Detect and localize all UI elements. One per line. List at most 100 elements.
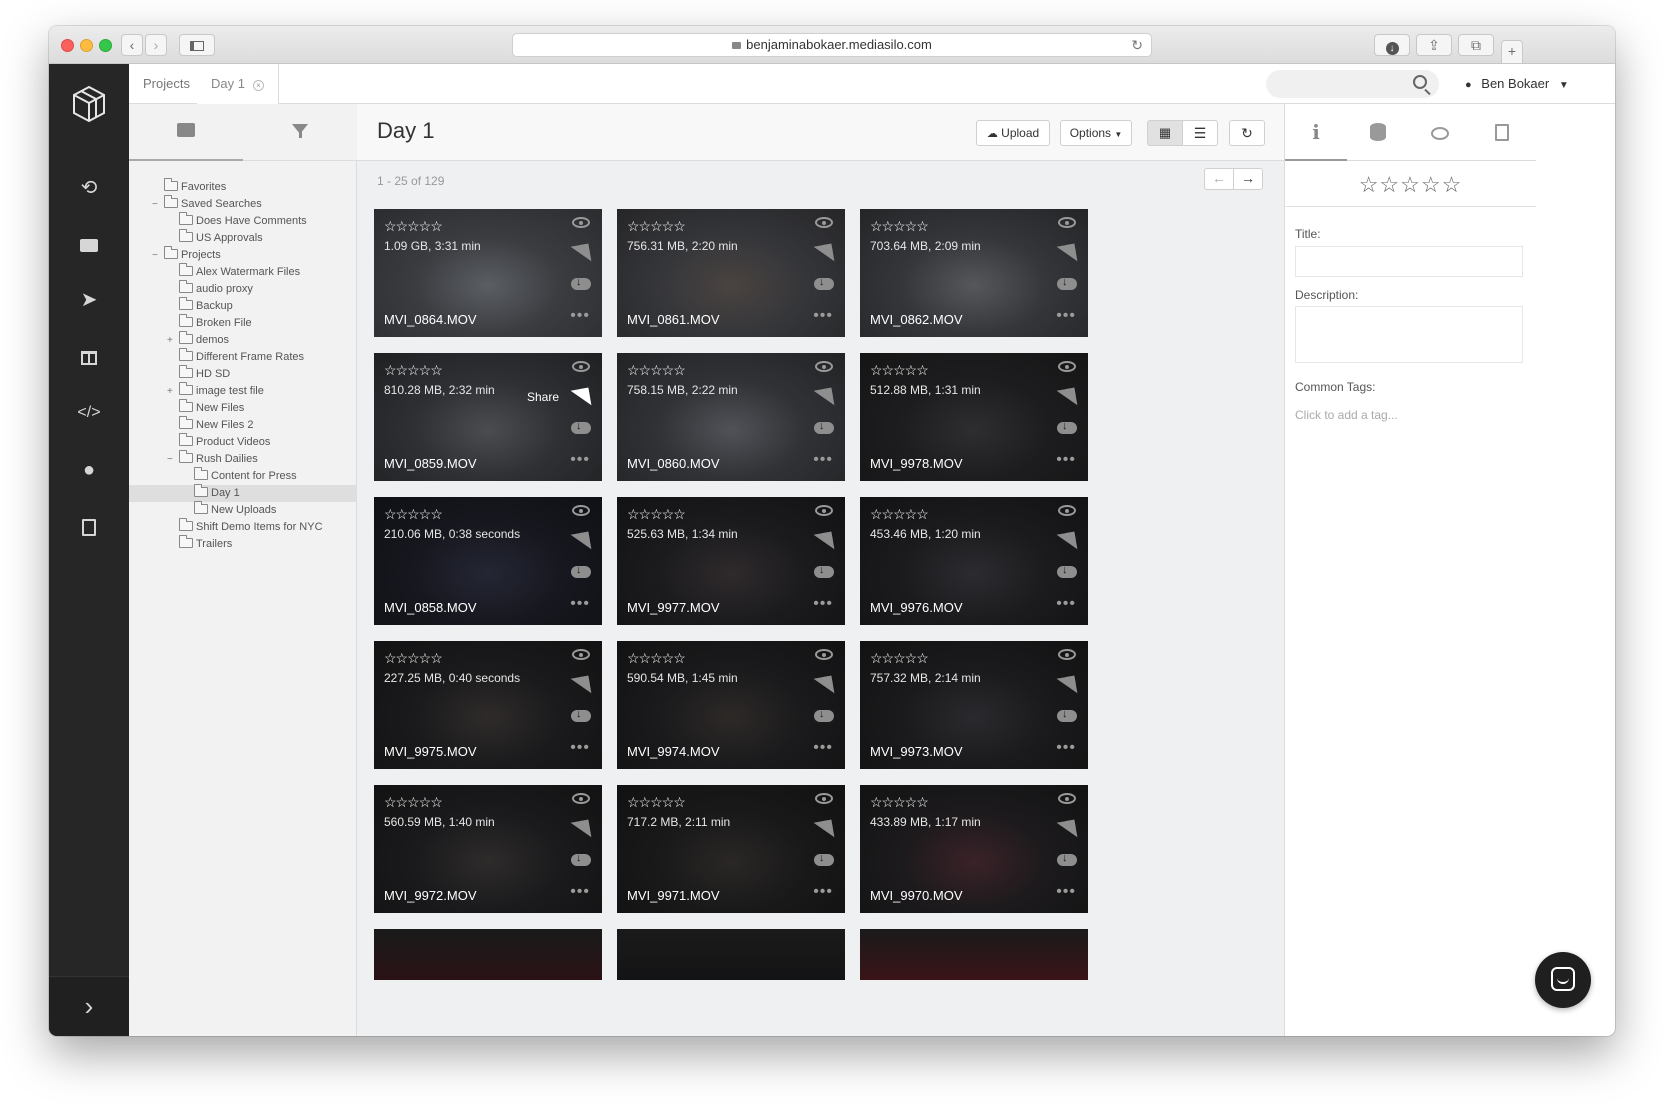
paper-plane-icon[interactable]	[570, 243, 592, 265]
eye-icon[interactable]	[815, 505, 833, 516]
app-logo[interactable]	[49, 84, 129, 144]
eye-icon[interactable]	[1058, 217, 1076, 228]
new-tab-button[interactable]: +	[1501, 40, 1523, 64]
rating-stars[interactable]: ☆☆☆☆☆	[627, 363, 686, 377]
eye-icon[interactable]	[572, 793, 590, 804]
cloud-download-icon[interactable]	[1057, 852, 1077, 866]
cloud-download-icon[interactable]	[814, 852, 834, 866]
rating-stars[interactable]: ☆☆☆☆☆	[384, 219, 443, 233]
asset-card[interactable]: ☆☆☆☆☆ 227.25 MB, 0:40 seconds MVI_9975.MOV…	[374, 641, 602, 769]
eye-icon[interactable]	[1058, 505, 1076, 516]
more-icon[interactable]: •••	[813, 884, 833, 900]
cloud-download-icon[interactable]	[1057, 564, 1077, 578]
list-view-button[interactable]: ☰	[1182, 120, 1218, 146]
expand-nav-button[interactable]: ›	[49, 976, 129, 1036]
cloud-download-icon[interactable]	[571, 852, 591, 866]
grid-view-button[interactable]: ▦	[1147, 120, 1183, 146]
asset-card[interactable]	[860, 929, 1088, 980]
more-icon[interactable]: •••	[1056, 308, 1076, 324]
more-icon[interactable]: •••	[570, 596, 590, 612]
more-icon[interactable]: •••	[813, 452, 833, 468]
paper-plane-icon[interactable]	[813, 387, 835, 409]
search-icon[interactable]	[1413, 75, 1427, 89]
tree-item[interactable]: Shift Demo Items for NYC	[129, 518, 357, 536]
collapse-icon[interactable]: −	[152, 196, 158, 213]
next-page-button[interactable]: →	[1233, 168, 1263, 190]
cloud-download-icon[interactable]	[1057, 708, 1077, 722]
asset-card[interactable]	[617, 929, 845, 980]
minimize-window-button[interactable]	[80, 39, 93, 52]
eye-icon[interactable]	[572, 505, 590, 516]
rating-stars[interactable]: ☆☆☆☆☆	[627, 795, 686, 809]
downloads-button[interactable]: ↓	[1374, 34, 1410, 56]
eye-icon[interactable]	[1058, 361, 1076, 372]
asset-card[interactable]: ☆☆☆☆☆ 756.31 MB, 2:20 min MVI_0861.MOV •••	[617, 209, 845, 337]
cloud-download-icon[interactable]	[814, 276, 834, 290]
paper-plane-icon[interactable]	[813, 531, 835, 553]
sidebar-toggle-button[interactable]	[179, 34, 215, 56]
tree-item[interactable]: − Saved Searches	[129, 195, 357, 213]
tree-item[interactable]: audio proxy	[129, 280, 357, 298]
rating-stars[interactable]: ☆☆☆☆☆	[870, 363, 929, 377]
rating-stars[interactable]: ☆☆☆☆☆	[384, 363, 443, 377]
more-icon[interactable]: •••	[1056, 596, 1076, 612]
back-button[interactable]: ‹	[121, 34, 143, 56]
tree-item[interactable]: Trailers	[129, 535, 357, 553]
rating-stars[interactable]: ☆☆☆☆☆	[384, 507, 443, 521]
tree-item[interactable]: − Projects	[129, 246, 357, 264]
cloud-download-icon[interactable]	[814, 708, 834, 722]
asset-card[interactable]: ☆☆☆☆☆ 757.32 MB, 2:14 min MVI_9973.MOV •••	[860, 641, 1088, 769]
cloud-download-icon[interactable]	[571, 276, 591, 290]
paper-plane-icon[interactable]	[570, 387, 592, 409]
asset-card[interactable]: ☆☆☆☆☆ 210.06 MB, 0:38 seconds MVI_0858.MOV…	[374, 497, 602, 625]
cloud-download-icon[interactable]	[571, 708, 591, 722]
previous-page-button[interactable]: ←	[1204, 168, 1234, 190]
reload-icon[interactable]: ↻	[1131, 34, 1143, 56]
paper-plane-icon[interactable]	[570, 531, 592, 553]
tree-item[interactable]: Different Frame Rates	[129, 348, 357, 366]
nav-documents[interactable]	[49, 507, 129, 547]
share-button[interactable]: ⇪	[1416, 34, 1452, 56]
more-icon[interactable]: •••	[1056, 740, 1076, 756]
eye-icon[interactable]	[1058, 649, 1076, 660]
tab-projects[interactable]: Projects	[129, 64, 205, 104]
rating-stars[interactable]: ☆☆☆☆☆	[870, 507, 929, 521]
asset-card[interactable]: ☆☆☆☆☆ 1.09 GB, 3:31 min MVI_0864.MOV •••	[374, 209, 602, 337]
paper-plane-icon[interactable]	[813, 675, 835, 697]
rating-stars[interactable]: ☆☆☆☆☆	[627, 219, 686, 233]
paper-plane-icon[interactable]	[570, 819, 592, 841]
tree-item[interactable]: New Uploads	[129, 501, 357, 519]
asset-card[interactable]: ☆☆☆☆☆ 717.2 MB, 2:11 min MVI_9971.MOV •••	[617, 785, 845, 913]
eye-icon[interactable]	[1058, 793, 1076, 804]
folder-view-icon[interactable]	[177, 123, 195, 137]
more-icon[interactable]: •••	[1056, 452, 1076, 468]
zoom-window-button[interactable]	[99, 39, 112, 52]
options-button[interactable]: Options ▼	[1060, 120, 1132, 146]
cloud-download-icon[interactable]	[571, 420, 591, 434]
paper-plane-icon[interactable]	[1056, 243, 1078, 265]
eye-icon[interactable]	[815, 361, 833, 372]
eye-icon[interactable]	[815, 793, 833, 804]
tab-comments[interactable]	[1409, 104, 1471, 161]
paper-plane-icon[interactable]	[813, 243, 835, 265]
add-tag-input[interactable]: Click to add a tag...	[1295, 408, 1398, 422]
more-icon[interactable]: •••	[570, 452, 590, 468]
title-field[interactable]	[1295, 246, 1523, 277]
close-window-button[interactable]	[61, 39, 74, 52]
address-bar[interactable]: benjaminabokaer.mediasilo.com ↻	[512, 33, 1152, 57]
description-field[interactable]	[1295, 306, 1523, 363]
expand-icon[interactable]: +	[167, 383, 173, 400]
more-icon[interactable]: •••	[813, 596, 833, 612]
nav-reviews[interactable]	[49, 337, 129, 377]
rating-stars[interactable]: ☆☆☆☆☆	[870, 795, 929, 809]
tree-item[interactable]: Day 1	[129, 484, 357, 502]
asset-card[interactable]: ☆☆☆☆☆ 433.89 MB, 1:17 min MVI_9970.MOV •••	[860, 785, 1088, 913]
tree-item[interactable]: HD SD	[129, 365, 357, 383]
nav-recent[interactable]: ⟲	[49, 168, 129, 208]
rating-stars[interactable]: ☆☆☆☆☆	[870, 651, 929, 665]
cloud-download-icon[interactable]	[571, 564, 591, 578]
asset-card[interactable]: ☆☆☆☆☆ 525.63 MB, 1:34 min MVI_9977.MOV •••	[617, 497, 845, 625]
share-label[interactable]: Share	[527, 390, 559, 404]
tab-notes[interactable]	[1471, 104, 1533, 161]
close-tab-icon[interactable]: ×	[252, 80, 264, 91]
